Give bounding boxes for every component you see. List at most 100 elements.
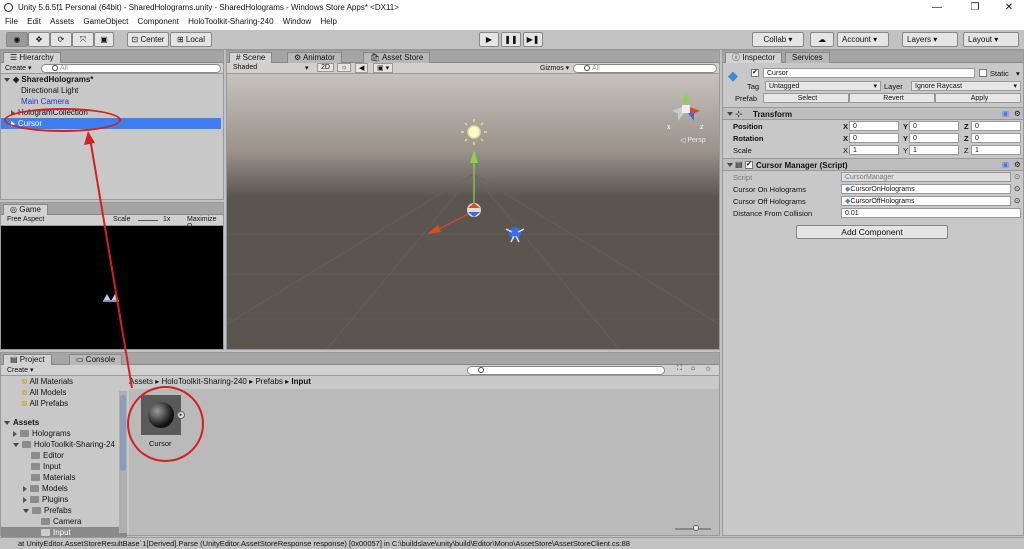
distance-field[interactable]: 0.01 <box>841 208 1021 218</box>
account-dropdown[interactable]: Account ▾ <box>837 32 889 47</box>
tab-services[interactable]: Services <box>785 52 830 63</box>
tab-game[interactable]: ◎ Game <box>3 204 49 215</box>
tree-materials[interactable]: Materials <box>1 472 127 483</box>
menu-assets[interactable]: Assets <box>50 17 74 26</box>
tree-input[interactable]: Input <box>1 461 127 472</box>
shading-dropdown[interactable]: Shaded <box>233 64 257 71</box>
effects-dropdown[interactable]: ▣ ▾ <box>373 63 394 73</box>
position-x-field[interactable]: 0 <box>849 121 899 131</box>
cloud-button[interactable]: ☁ <box>810 32 834 47</box>
rect-tool-button[interactable]: ▣ <box>94 32 114 47</box>
persp-label[interactable]: ◁ Persp <box>680 136 706 144</box>
audio-toggle[interactable]: ◀ <box>355 63 369 73</box>
rotation-z-field[interactable]: 0 <box>971 133 1021 143</box>
menu-component[interactable]: Component <box>138 17 179 26</box>
view-tool-button[interactable]: ◉ <box>6 32 28 47</box>
breadcrumb-prefabs[interactable]: Prefabs <box>255 377 283 386</box>
scene-search-input[interactable]: All <box>573 64 717 73</box>
object-name-field[interactable]: Cursor <box>763 68 975 78</box>
layers-dropdown[interactable]: Layers ▾ <box>902 32 958 47</box>
tree-plugins[interactable]: Plugins <box>1 494 127 505</box>
lighting-toggle[interactable]: ☼ <box>337 63 352 72</box>
cursor-off-field[interactable]: ◆CursorOffHolograms <box>841 196 1011 206</box>
scene-view[interactable]: x z ◁ Persp <box>227 74 719 349</box>
hierarchy-item-main-camera[interactable]: Main Camera <box>1 96 223 107</box>
cursor-manager-header[interactable]: ▤ ✔ Cursor Manager (Script) ▣ ⚙ <box>723 158 1023 171</box>
hierarchy-create-dropdown[interactable]: Create ▾ <box>5 64 31 72</box>
move-tool-button[interactable]: ✥ <box>28 32 50 47</box>
breadcrumb-holotoolkit[interactable]: HoloToolkit-Sharing-240 <box>161 377 246 386</box>
project-search-input[interactable] <box>467 366 665 375</box>
project-create-dropdown[interactable]: Create ▾ <box>7 366 33 374</box>
filter-label-icon[interactable]: ⌂ <box>691 365 695 372</box>
tab-inspector[interactable]: ⓘ Inspector <box>725 52 783 63</box>
favorite-all-materials[interactable]: ⊚ All Materials <box>1 376 127 387</box>
component-settings-icon[interactable]: ⚙ <box>1014 109 1021 118</box>
tab-project[interactable]: ▤ Project <box>3 354 52 365</box>
aspect-dropdown[interactable]: Free Aspect <box>7 216 44 223</box>
assets-root[interactable]: Assets <box>1 417 127 428</box>
pivot-local-button[interactable]: ⊞ Local <box>170 32 212 47</box>
pause-button[interactable]: ❚❚ <box>501 32 521 47</box>
object-picker-icon[interactable]: ⊙ <box>1014 196 1020 205</box>
component-settings-icon[interactable]: ⚙ <box>1014 160 1021 169</box>
layer-dropdown[interactable]: Ignore Raycast ▾ <box>911 81 1021 91</box>
favorite-star-icon[interactable]: ☆ <box>705 365 711 373</box>
menu-window[interactable]: Window <box>283 17 311 26</box>
active-checkbox[interactable]: ✔ <box>751 69 759 77</box>
tree-scrollbar[interactable] <box>119 391 127 533</box>
prefab-select-button[interactable]: Select <box>763 93 849 103</box>
menu-gameobject[interactable]: GameObject <box>83 17 128 26</box>
transform-header[interactable]: ⊹ Transform ▣ ⚙ <box>723 107 1023 120</box>
2d-toggle[interactable]: 2D <box>317 63 334 72</box>
tree-holotoolkit[interactable]: HoloToolkit-Sharing-24 <box>1 439 127 450</box>
menu-file[interactable]: File <box>5 17 18 26</box>
tab-console[interactable]: ▭ Console <box>69 354 123 365</box>
menu-help[interactable]: Help <box>320 17 336 26</box>
favorite-all-models[interactable]: ⊚ All Models <box>1 387 127 398</box>
scale-slider[interactable] <box>138 220 158 221</box>
position-y-field[interactable]: 0 <box>909 121 959 131</box>
cursor-on-field[interactable]: ◆CursorOnHolograms <box>841 184 1011 194</box>
rotation-y-field[interactable]: 0 <box>909 133 959 143</box>
tab-scene[interactable]: # Scene <box>229 52 273 63</box>
object-picker-icon[interactable]: ⊙ <box>1014 184 1020 193</box>
scene-root-row[interactable]: ◈ SharedHolograms* <box>1 74 223 85</box>
static-checkbox[interactable] <box>979 69 987 77</box>
hierarchy-item-directional-light[interactable]: Directional Light <box>1 85 223 96</box>
tab-hierarchy[interactable]: ☰ Hierarchy <box>3 52 61 63</box>
tree-holograms[interactable]: Holograms <box>1 428 127 439</box>
minimize-button[interactable]: — <box>922 2 952 13</box>
tree-editor[interactable]: Editor <box>1 450 127 461</box>
gizmos-dropdown[interactable]: Gizmos ▾ <box>540 64 569 72</box>
favorite-all-prefabs[interactable]: ⊚ All Prefabs <box>1 398 127 409</box>
prefab-revert-button[interactable]: Revert <box>849 93 935 103</box>
help-icon[interactable]: ▣ <box>1002 109 1009 118</box>
menu-edit[interactable]: Edit <box>27 17 41 26</box>
scrollbar-thumb[interactable] <box>120 395 126 471</box>
tree-models[interactable]: Models <box>1 483 127 494</box>
rotate-tool-button[interactable]: ⟳ <box>50 32 72 47</box>
breadcrumb-input[interactable]: Input <box>291 377 311 386</box>
tab-asset-store[interactable]: 🛍 Asset Store <box>363 52 431 63</box>
game-view[interactable] <box>1 226 223 349</box>
tag-dropdown[interactable]: Untagged ▾ <box>765 81 881 91</box>
help-icon[interactable]: ▣ <box>1002 160 1009 169</box>
scale-x-field[interactable]: 1 <box>849 145 899 155</box>
tree-prefabs[interactable]: Prefabs <box>1 505 127 516</box>
play-button[interactable]: ▶ <box>479 32 499 47</box>
collab-button[interactable]: Collab ▾ <box>752 32 804 47</box>
scale-y-field[interactable]: 1 <box>909 145 959 155</box>
component-enabled-checkbox[interactable]: ✔ <box>745 161 753 169</box>
hierarchy-search-input[interactable]: All <box>41 64 221 73</box>
rotation-x-field[interactable]: 0 <box>849 133 899 143</box>
filter-type-icon[interactable]: ⛶ <box>677 365 682 373</box>
tab-animator[interactable]: ⚙ Animator <box>287 52 342 63</box>
position-z-field[interactable]: 0 <box>971 121 1021 131</box>
tree-camera[interactable]: Camera <box>1 516 127 527</box>
scale-tool-button[interactable]: ⤧ <box>72 32 94 47</box>
step-button[interactable]: ▶❚ <box>523 32 543 47</box>
pivot-center-button[interactable]: ⊡ Center <box>127 32 169 47</box>
maximize-button[interactable]: ❐ <box>960 2 990 13</box>
layout-dropdown[interactable]: Layout ▾ <box>963 32 1019 47</box>
